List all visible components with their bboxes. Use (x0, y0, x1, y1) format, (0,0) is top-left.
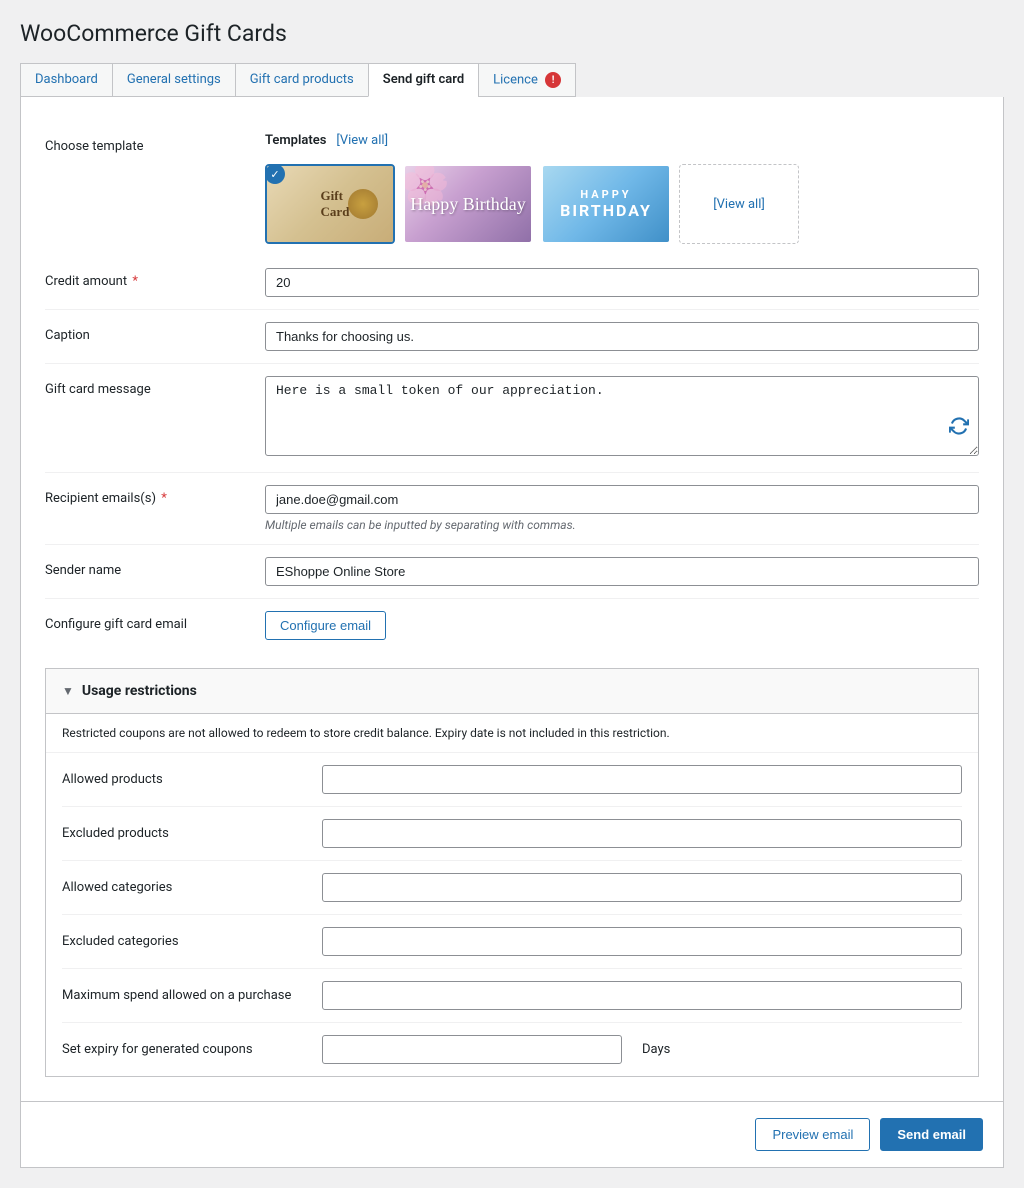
collapse-icon: ▼ (62, 684, 74, 698)
main-content: Choose template Templates [View all] ✓ G… (20, 97, 1004, 1102)
view-all-card-label: [View all] (713, 197, 765, 212)
caption-label: Caption (45, 322, 245, 343)
template-2-text: Happy Birthday (410, 194, 525, 215)
days-suffix: Days (642, 1042, 670, 1057)
template-field: Templates [View all] ✓ GiftCard (265, 133, 979, 244)
recipient-emails-required: * (161, 491, 167, 506)
allowed-products-label: Allowed products (62, 772, 302, 787)
max-spend-input[interactable] (322, 981, 962, 1010)
credit-amount-row: Credit amount * (45, 256, 979, 310)
recipient-emails-row: Recipient emails(s) * Multiple emails ca… (45, 473, 979, 545)
template-1-inner: GiftCard (267, 166, 393, 242)
usage-restrictions-section: ▼ Usage restrictions Restricted coupons … (45, 668, 979, 1077)
credit-amount-input[interactable] (265, 268, 979, 297)
max-spend-row: Maximum spend allowed on a purchase (62, 969, 962, 1023)
template-card-2[interactable]: Happy Birthday (403, 164, 533, 244)
footer-bar: Preview email Send email (20, 1101, 1004, 1168)
expiry-label: Set expiry for generated coupons (62, 1042, 302, 1057)
credit-amount-label: Credit amount * (45, 268, 245, 289)
allowed-products-row: Allowed products (62, 753, 962, 807)
credit-amount-field (265, 268, 979, 297)
view-all-card[interactable]: [View all] (679, 164, 799, 244)
template-card-1[interactable]: ✓ GiftCard (265, 164, 395, 244)
usage-form: Allowed products Excluded products Allow… (46, 753, 978, 1076)
gift-card-message-field: Here is a small token of our appreciatio… (265, 376, 979, 460)
template-3-inner: HAPPY BIRTHDAY (543, 166, 669, 242)
templates-view-all-link[interactable]: [View all] (336, 133, 388, 148)
allowed-categories-row: Allowed categories (62, 861, 962, 915)
allowed-categories-input[interactable] (322, 873, 962, 902)
template-label: Choose template (45, 133, 245, 154)
template-2-inner: Happy Birthday (405, 166, 531, 242)
refresh-icon[interactable] (949, 416, 969, 436)
max-spend-label: Maximum spend allowed on a purchase (62, 988, 302, 1003)
recipient-emails-input[interactable] (265, 485, 979, 514)
recipient-emails-field: Multiple emails can be inputted by separ… (265, 485, 979, 532)
sender-name-row: Sender name (45, 545, 979, 599)
tab-general-settings[interactable]: General settings (112, 63, 235, 97)
configure-email-label: Configure gift card email (45, 611, 245, 632)
form-section: Choose template Templates [View all] ✓ G… (45, 121, 979, 652)
sender-name-label: Sender name (45, 557, 245, 578)
gift-card-message-textarea[interactable]: Here is a small token of our appreciatio… (265, 376, 979, 456)
template-check-badge: ✓ (265, 164, 285, 184)
excluded-products-label: Excluded products (62, 826, 302, 841)
usage-header[interactable]: ▼ Usage restrictions (46, 669, 978, 714)
credit-amount-required: * (132, 274, 138, 289)
template-3-maintext: BIRTHDAY (560, 201, 652, 220)
excluded-products-input[interactable] (322, 819, 962, 848)
usage-notice: Restricted coupons are not allowed to re… (46, 714, 978, 753)
recipient-emails-label: Recipient emails(s) * (45, 485, 245, 506)
tab-licence[interactable]: Licence ! (478, 63, 576, 97)
excluded-categories-label: Excluded categories (62, 934, 302, 949)
expiry-input[interactable] (322, 1035, 622, 1064)
template-card-3[interactable]: HAPPY BIRTHDAY (541, 164, 671, 244)
sender-name-input[interactable] (265, 557, 979, 586)
send-email-button[interactable]: Send email (880, 1118, 983, 1151)
expiry-row: Set expiry for generated coupons Days (62, 1023, 962, 1076)
configure-email-button[interactable]: Configure email (265, 611, 386, 640)
allowed-categories-label: Allowed categories (62, 880, 302, 895)
configure-email-field: Configure email (265, 611, 979, 640)
tab-send-gift-card[interactable]: Send gift card (368, 63, 478, 97)
nav-tabs: Dashboard General settings Gift card pro… (20, 63, 1004, 97)
gift-card-message-row: Gift card message Here is a small token … (45, 364, 979, 473)
excluded-categories-row: Excluded categories (62, 915, 962, 969)
configure-email-row: Configure gift card email Configure emai… (45, 599, 979, 652)
textarea-wrapper: Here is a small token of our appreciatio… (265, 376, 979, 460)
caption-input[interactable] (265, 322, 979, 351)
page-title: WooCommerce Gift Cards (20, 20, 1004, 47)
excluded-categories-input[interactable] (322, 927, 962, 956)
tab-gift-card-products[interactable]: Gift card products (235, 63, 368, 97)
templates-header: Templates [View all] (265, 133, 388, 148)
template-row: Choose template Templates [View all] ✓ G… (45, 121, 979, 256)
caption-field (265, 322, 979, 351)
usage-header-title: Usage restrictions (82, 683, 197, 699)
licence-badge: ! (545, 72, 561, 88)
template-3-subtext: HAPPY (580, 188, 631, 201)
allowed-products-input[interactable] (322, 765, 962, 794)
gift-card-message-label: Gift card message (45, 376, 245, 397)
templates-heading: Templates (265, 133, 326, 148)
tab-dashboard[interactable]: Dashboard (20, 63, 112, 97)
templates-grid: ✓ GiftCard Happy Birthday (265, 164, 799, 244)
sender-name-field (265, 557, 979, 586)
template-1-text: GiftCard (311, 188, 350, 219)
caption-row: Caption (45, 310, 979, 364)
excluded-products-row: Excluded products (62, 807, 962, 861)
recipient-emails-hint: Multiple emails can be inputted by separ… (265, 518, 979, 532)
preview-email-button[interactable]: Preview email (755, 1118, 870, 1151)
